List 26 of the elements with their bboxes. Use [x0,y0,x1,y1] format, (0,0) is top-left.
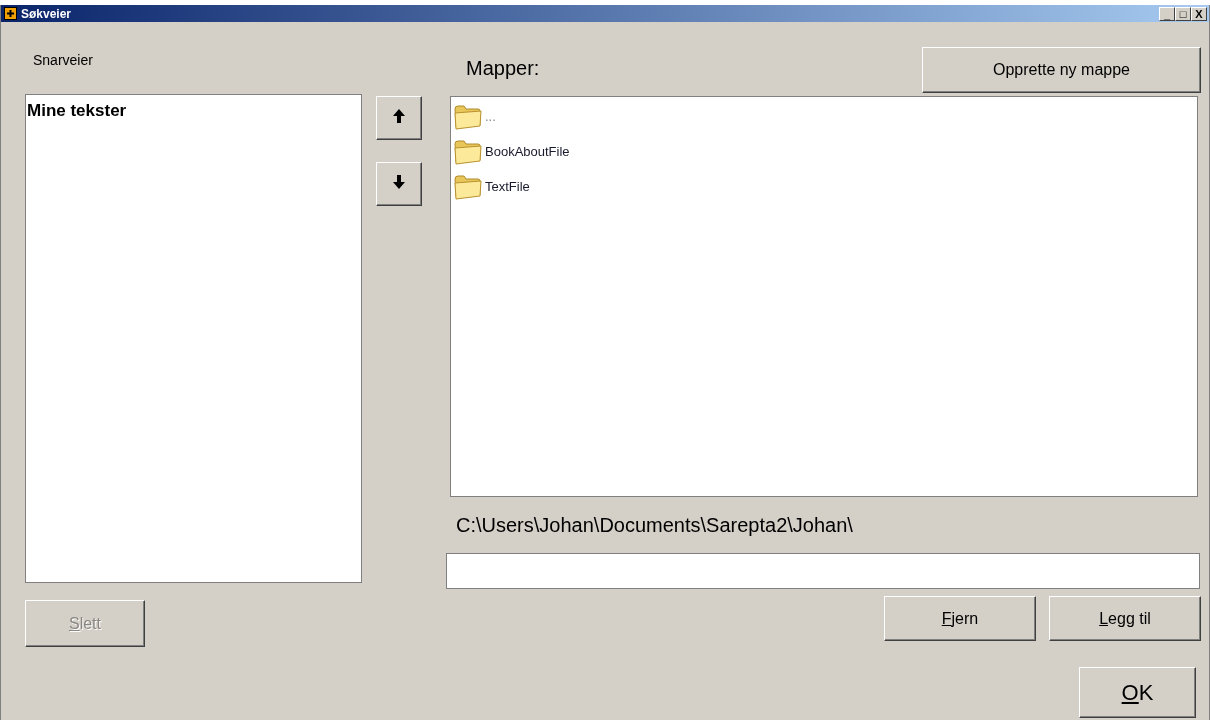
down-arrow-icon [392,174,406,190]
folders-label: Mapper: [466,57,540,80]
shortcuts-label: Snarveier [33,52,94,68]
close-button[interactable]: X [1191,6,1207,21]
move-down-button[interactable] [376,162,422,206]
create-folder-button[interactable]: Opprette ny mappe [922,47,1201,93]
remove-button[interactable]: Fjern [884,596,1036,641]
current-path: C:\Users\Johan\Documents\Sarepta2\Johan\ [456,512,854,538]
folder-list[interactable]: ... BookAboutFile TextFile [450,96,1198,497]
folder-item[interactable]: BookAboutFile [453,134,570,169]
path-input-field[interactable] [446,553,1200,589]
move-up-button[interactable] [376,96,422,140]
window-title: Søkveier [21,6,73,21]
folder-item[interactable]: TextFile [453,169,530,204]
folder-item[interactable]: ... [453,99,496,134]
up-arrow-icon [392,108,406,124]
folder-icon [453,102,483,131]
add-button[interactable]: Legg til [1049,596,1201,641]
shortcut-item[interactable]: Mine tekster [26,95,127,121]
folder-icon [453,172,483,201]
ok-button[interactable]: OK [1079,667,1196,718]
minimize-button[interactable]: _ [1159,6,1175,21]
plus-icon [4,7,17,20]
folder-icon [453,137,483,166]
shortcut-list[interactable]: Mine tekster [25,94,362,583]
maximize-button[interactable]: □ [1175,6,1191,21]
